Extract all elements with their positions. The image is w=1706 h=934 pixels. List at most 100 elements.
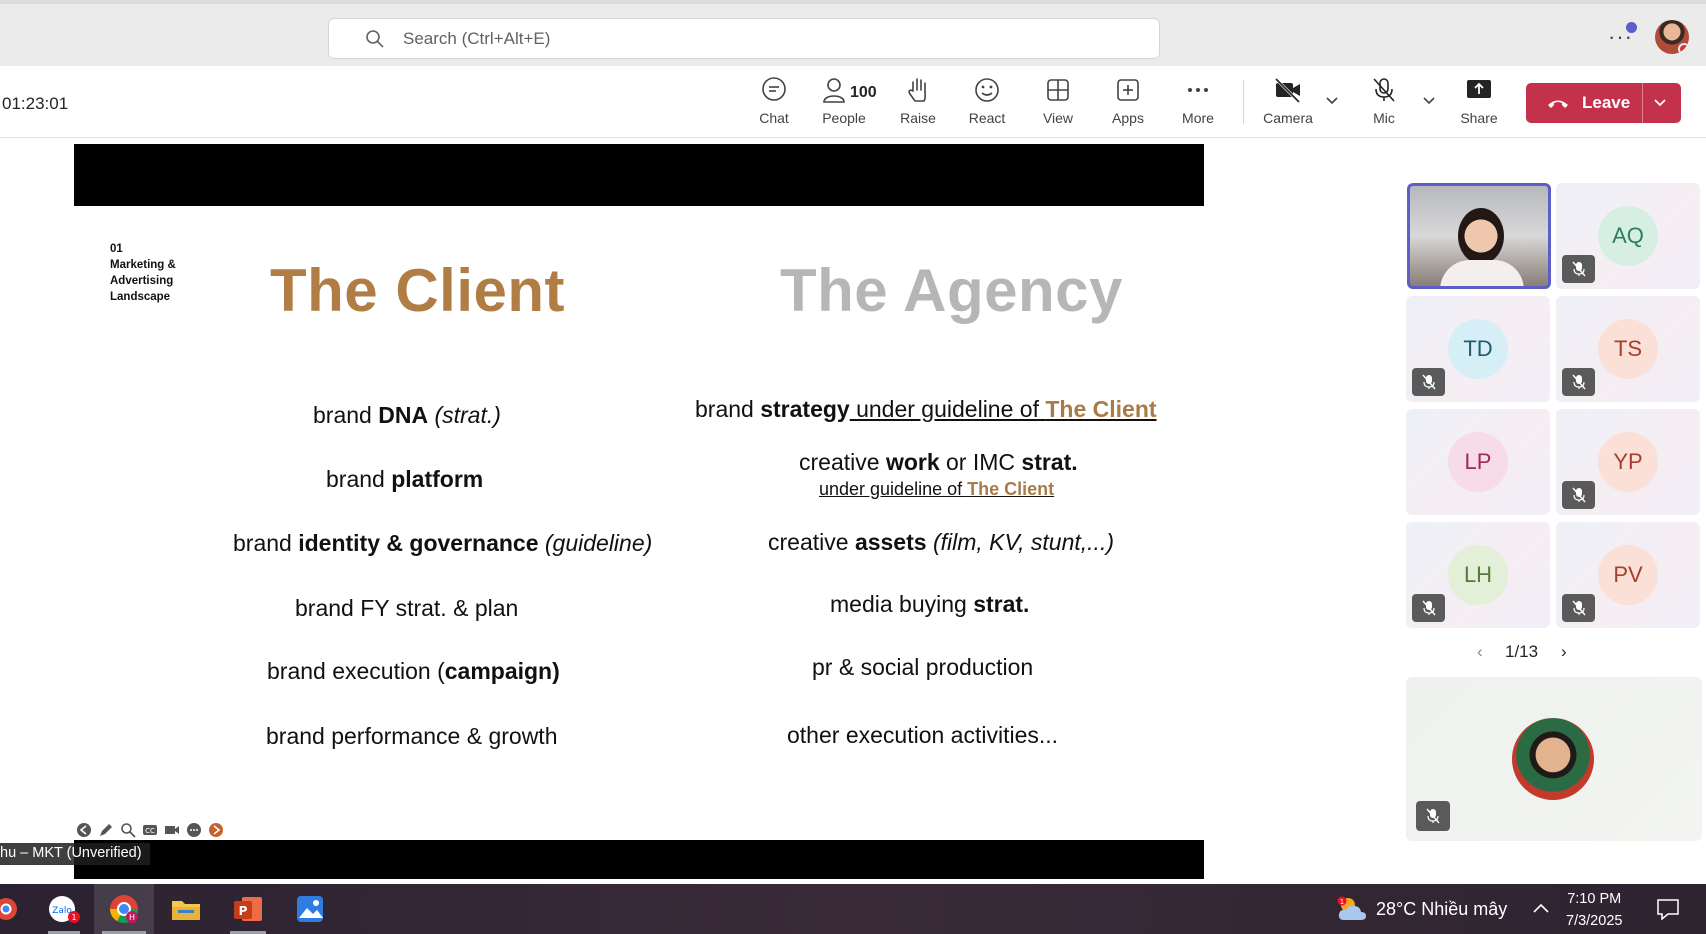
ellipsis-icon — [1188, 88, 1208, 92]
svg-text:H: H — [129, 913, 135, 922]
participant-tile[interactable]: PV — [1556, 522, 1700, 628]
chat-icon — [762, 77, 786, 101]
people-label: People — [822, 110, 866, 126]
muted-mic-icon — [1562, 481, 1595, 509]
photos-icon[interactable] — [284, 884, 336, 934]
taskbar: Zalo 1 H P 1 28°C Nhiều mây 7:10 PM 7/3/2… — [0, 884, 1706, 934]
participant-tile[interactable]: TS — [1556, 296, 1700, 402]
video-icon[interactable] — [164, 822, 180, 838]
client-item: brand DNA (strat.) — [313, 402, 501, 428]
apps-button[interactable]: Apps — [1096, 76, 1160, 126]
zoom-icon[interactable] — [120, 822, 136, 838]
client-item: brand identity & governance (guideline) — [233, 530, 653, 556]
search-box[interactable] — [328, 18, 1160, 59]
slide-tag-line: Marketing & — [110, 259, 176, 271]
chrome-profile-icon[interactable]: H — [94, 884, 154, 934]
participant-initials: TD — [1448, 319, 1508, 379]
muted-mic-icon — [1412, 594, 1445, 622]
apps-label: Apps — [1112, 110, 1144, 126]
avatar[interactable] — [1655, 20, 1689, 54]
pen-icon[interactable] — [98, 822, 114, 838]
leave-button[interactable]: Leave — [1526, 83, 1681, 123]
agency-heading: The Agency — [780, 257, 1123, 324]
leave-options-chevron-icon[interactable] — [1652, 95, 1668, 111]
participant-initials: LP — [1448, 432, 1508, 492]
zalo-icon[interactable]: Zalo 1 — [40, 884, 88, 934]
participant-avatar — [1512, 718, 1594, 800]
muted-mic-icon — [1562, 594, 1595, 622]
meeting-controls: 01:23:01 Chat 100 People Raise React Vie… — [0, 66, 1706, 138]
camera-options-chevron-icon[interactable] — [1325, 96, 1339, 106]
participant-video-tile[interactable] — [1407, 183, 1551, 289]
chevron-up-icon[interactable] — [1532, 902, 1550, 914]
phone-hangup-icon — [1548, 100, 1568, 108]
share-button[interactable]: Share — [1447, 76, 1511, 126]
camera-label: Camera — [1263, 110, 1313, 126]
svg-text:P: P — [239, 904, 248, 918]
file-explorer-icon[interactable] — [160, 884, 212, 934]
react-label: React — [968, 110, 1006, 126]
muted-mic-icon — [1416, 801, 1450, 831]
agency-item: other execution activities... — [787, 722, 1059, 748]
more-button[interactable]: More — [1166, 76, 1230, 126]
agency-item: media buying strat. — [830, 591, 1030, 617]
muted-mic-icon — [1412, 368, 1445, 396]
muted-mic-icon — [1562, 255, 1595, 283]
svg-text:1: 1 — [71, 913, 76, 922]
presentation-slide: 01 Marketing & Advertising Landscape The… — [74, 206, 1204, 840]
slide-tag-line: Advertising — [110, 275, 174, 287]
chrome-icon[interactable] — [0, 884, 22, 934]
raise-hand-button[interactable]: Raise — [886, 76, 950, 126]
people-icon — [823, 78, 845, 103]
share-icon — [1467, 80, 1491, 98]
powerpoint-icon[interactable]: P — [222, 884, 274, 934]
chevron-right-icon[interactable]: › — [1561, 642, 1567, 662]
muted-mic-icon — [1562, 368, 1595, 396]
meeting-timer: 01:23:01 — [2, 94, 69, 113]
participant-initials: YP — [1598, 432, 1658, 492]
notification-center-icon[interactable] — [1656, 898, 1680, 920]
slide-tag-line: Landscape — [110, 291, 171, 303]
hand-icon — [908, 78, 927, 102]
agency-item: creative assets (film, KV, stunt,...) — [768, 529, 1114, 555]
slide-toolbar: CC — [76, 822, 224, 838]
search-input[interactable] — [403, 28, 1003, 49]
client-item: brand performance & growth — [266, 723, 558, 749]
participant-tile[interactable]: AQ — [1556, 183, 1700, 289]
participant-tile[interactable]: LP — [1406, 409, 1550, 515]
participant-tile[interactable]: YP — [1556, 409, 1700, 515]
participant-video-tile[interactable] — [1406, 677, 1702, 841]
camera-off-icon — [1274, 77, 1301, 104]
more-options-icon[interactable] — [186, 822, 202, 838]
captions-icon[interactable]: CC — [142, 822, 158, 838]
next-slide-icon[interactable] — [208, 822, 224, 838]
agency-item-subline: under guideline of The Client — [819, 479, 1055, 499]
previous-slide-icon[interactable] — [76, 822, 92, 838]
participant-initials: AQ — [1598, 206, 1658, 266]
gallery-pager: ‹ 1/13 › — [1477, 642, 1567, 662]
people-button[interactable]: 100 People — [812, 76, 877, 126]
chevron-left-icon[interactable]: ‹ — [1477, 642, 1483, 662]
raise-label: Raise — [900, 110, 936, 126]
agency-item: pr & social production — [812, 654, 1034, 680]
view-button[interactable]: View — [1026, 76, 1090, 126]
clock-date: 7/3/2025 — [1566, 913, 1623, 929]
mic-options-chevron-icon[interactable] — [1422, 96, 1436, 106]
mic-label: Mic — [1373, 110, 1395, 126]
system-clock[interactable]: 7:10 PM 7/3/2025 — [1566, 888, 1622, 932]
client-item: brand platform — [326, 466, 484, 492]
client-heading: The Client — [270, 257, 566, 324]
react-button[interactable]: React — [955, 76, 1019, 126]
cloud-sun-icon: 1 — [1337, 896, 1366, 920]
weather-widget[interactable]: 1 28°C Nhiều mây — [1336, 896, 1507, 922]
more-label: More — [1182, 110, 1214, 126]
participant-tile[interactable]: TD — [1406, 296, 1550, 402]
mic-button[interactable]: Mic — [1352, 76, 1416, 126]
title-bar: ··· — [0, 0, 1706, 66]
status-busy-icon — [1678, 43, 1689, 54]
people-count: 100 — [850, 84, 877, 101]
chat-button[interactable]: Chat — [742, 76, 806, 126]
camera-button[interactable]: Camera — [1256, 76, 1320, 126]
slide-tag-line: 01 — [110, 243, 123, 255]
participant-tile[interactable]: LH — [1406, 522, 1550, 628]
